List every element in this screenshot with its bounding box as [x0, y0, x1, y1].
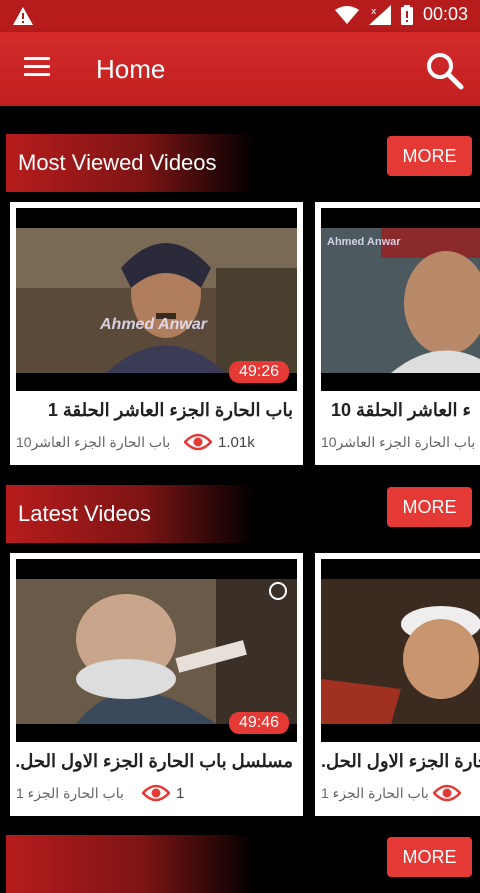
warning-icon: [13, 7, 33, 25]
video-thumbnail[interactable]: Ahmed Anwar: [321, 208, 480, 391]
section-header-third: MORE: [0, 835, 480, 893]
eye-icon: [184, 433, 212, 451]
more-button[interactable]: MORE: [387, 837, 472, 877]
menu-icon[interactable]: [24, 57, 50, 77]
video-title: حارة الجزء الاول الحل.: [321, 751, 480, 771]
battery-icon: [400, 4, 413, 25]
app-bar: Home: [0, 32, 480, 106]
video-subtitle: باب الحارة الجزء 1: [321, 785, 429, 801]
video-thumbnail[interactable]: 49:46: [16, 559, 297, 742]
video-card[interactable]: Ahmed Anwar 49:26 باب الحارة الجزء العاش…: [10, 202, 303, 465]
eye-icon: [433, 784, 461, 802]
video-meta: باب الحارة الجزء 1 1: [16, 783, 297, 807]
video-carousel-most-viewed[interactable]: Ahmed Anwar 49:26 باب الحارة الجزء العاش…: [0, 202, 480, 470]
video-subtitle: باب الحارة الجزء العاشر10: [16, 434, 171, 450]
view-count: 1: [176, 785, 185, 802]
section-title: Most Viewed Videos: [6, 134, 256, 192]
status-bar: x 00:03: [0, 0, 480, 32]
video-thumbnail[interactable]: [321, 559, 480, 742]
video-subtitle: باب الحارة الجزء 1: [16, 785, 124, 801]
more-button[interactable]: MORE: [387, 136, 472, 176]
more-button[interactable]: MORE: [387, 487, 472, 527]
video-meta: باب الحارة الجزء العاشر10 1.01k: [16, 432, 297, 456]
video-carousel-latest[interactable]: 49:46 مسلسل باب الحارة الجزء الاول الحل.…: [0, 553, 480, 821]
section-title: Latest Videos: [6, 485, 256, 543]
eye-icon: [142, 784, 170, 802]
svg-text:x: x: [371, 7, 377, 17]
video-title: ء العاشر الحلقة 10: [331, 400, 471, 420]
clock: 00:03: [422, 4, 468, 24]
video-meta: باب الحارة الجزء العاشر10: [321, 432, 480, 456]
wifi-icon: [334, 5, 359, 24]
video-title: مسلسل باب الحارة الجزء الاول الحل.: [15, 751, 293, 771]
duration-badge: 49:26: [228, 361, 289, 383]
video-card[interactable]: Ahmed Anwar ء العاشر الحلقة 10 باب الحار…: [315, 202, 480, 465]
video-title: باب الحارة الجزء العاشر الحلقة 1: [47, 400, 293, 420]
watermark-text: Ahmed Anwar: [100, 316, 207, 333]
video-subtitle: باب الحارة الجزء العاشر10: [321, 434, 476, 450]
video-thumbnail[interactable]: Ahmed Anwar 49:26: [16, 208, 297, 391]
page-title: Home: [96, 54, 166, 84]
duration-badge: 49:46: [228, 712, 289, 734]
search-icon[interactable]: [424, 50, 464, 90]
video-meta: باب الحارة الجزء 1: [321, 783, 480, 807]
video-card[interactable]: حارة الجزء الاول الحل. باب الحارة الجزء …: [315, 553, 480, 816]
section-header-most-viewed: Most Viewed Videos MORE: [0, 134, 480, 192]
watermark-text: Ahmed Anwar: [327, 236, 401, 248]
section-header-latest: Latest Videos MORE: [0, 485, 480, 543]
signal-icon: x: [368, 4, 391, 25]
view-count: 1.01k: [218, 434, 255, 451]
video-card[interactable]: 49:46 مسلسل باب الحارة الجزء الاول الحل.…: [10, 553, 303, 816]
section-title: [6, 835, 256, 893]
